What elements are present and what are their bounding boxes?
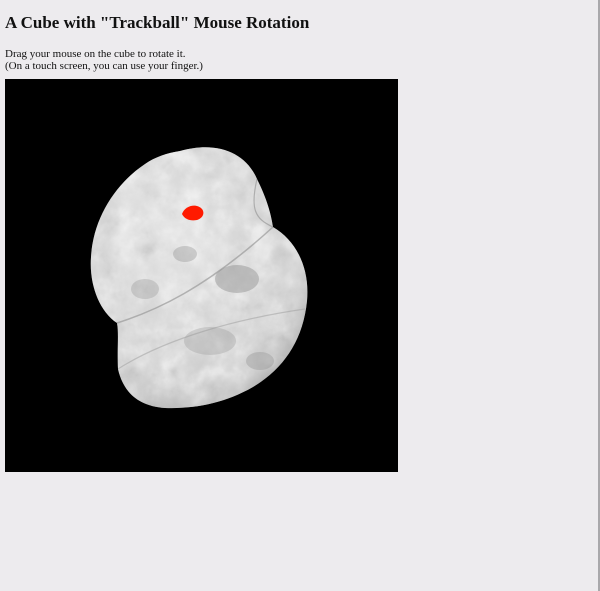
webgl-canvas[interactable] xyxy=(5,79,398,472)
cube-viewport[interactable] xyxy=(5,79,398,472)
instruction-line: (On a touch screen, you can use your fin… xyxy=(5,60,203,72)
page-content: A Cube with "Trackball" Mouse Rotation D… xyxy=(5,0,590,472)
instruction-line: Drag your mouse on the cube to rotate it… xyxy=(5,48,186,60)
instructions: Drag your mouse on the cube to rotate it… xyxy=(5,48,590,72)
page-title: A Cube with "Trackball" Mouse Rotation xyxy=(5,13,310,32)
